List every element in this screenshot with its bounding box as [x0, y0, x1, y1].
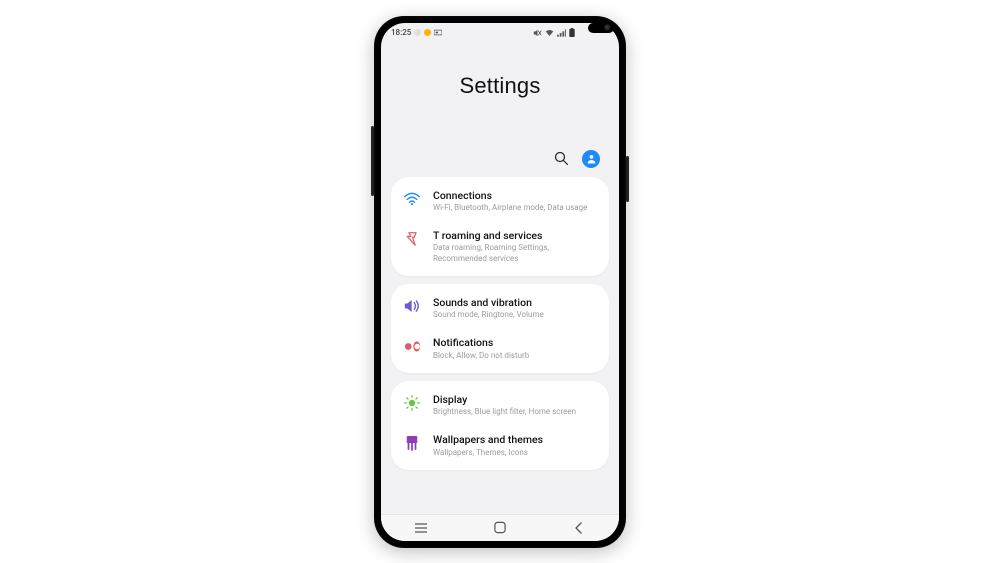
settings-group: DisplayBrightness, Blue light filter, Ho… [391, 381, 609, 470]
settings-item-title: Display [433, 393, 597, 406]
camera-cutout [588, 23, 614, 33]
toolbar [381, 109, 619, 177]
sound-icon [403, 297, 421, 315]
settings-list[interactable]: ConnectionsWi-Fi, Bluetooth, Airplane mo… [381, 177, 619, 514]
settings-group: Sounds and vibrationSound mode, Ringtone… [391, 284, 609, 373]
settings-item-subtitle: Block, Allow, Do not disturb [433, 351, 597, 361]
status-wifi-icon [545, 29, 554, 37]
status-indicator-1 [414, 29, 421, 36]
screen: 18:25 [381, 23, 619, 541]
settings-item[interactable]: Sounds and vibrationSound mode, Ringtone… [391, 288, 609, 329]
status-bar: 18:25 [381, 23, 619, 43]
status-indicator-2 [424, 29, 431, 36]
settings-item-subtitle: Data roaming, Roaming Settings, Recommen… [433, 243, 597, 264]
settings-item-text: ConnectionsWi-Fi, Bluetooth, Airplane mo… [433, 189, 597, 214]
settings-item-text: Wallpapers and themes Wallpapers, Themes,… [433, 433, 597, 458]
status-battery-icon [569, 28, 575, 37]
settings-item[interactable]: T roaming and servicesData roaming, Roam… [391, 221, 609, 272]
status-time: 18:25 [391, 28, 411, 37]
settings-item-subtitle: Wi-Fi, Bluetooth, Airplane mode, Data us… [433, 203, 597, 213]
recents-icon [413, 522, 429, 534]
wallpaper-icon [403, 434, 421, 452]
settings-item-subtitle: Brightness, Blue light filter, Home scre… [433, 407, 597, 417]
settings-item[interactable]: Wallpapers and themes Wallpapers, Themes,… [391, 425, 609, 466]
wifi-icon [403, 190, 421, 208]
settings-item[interactable]: ConnectionsWi-Fi, Bluetooth, Airplane mo… [391, 181, 609, 222]
settings-item[interactable]: DisplayBrightness, Blue light filter, Ho… [391, 385, 609, 426]
settings-item-subtitle: Sound mode, Ringtone, Volume [433, 310, 597, 320]
account-avatar-icon [582, 150, 600, 168]
nav-back-button[interactable] [559, 515, 599, 541]
phone-frame: 18:25 [374, 16, 626, 548]
account-button[interactable] [581, 149, 601, 169]
settings-item-title: Sounds and vibration [433, 296, 597, 309]
system-nav-bar [381, 514, 619, 541]
settings-item-title: Connections [433, 189, 597, 202]
settings-item-subtitle: Wallpapers, Themes, Icons [433, 448, 597, 458]
home-icon [493, 521, 507, 534]
nav-recents-button[interactable] [401, 515, 441, 541]
notification-icon [403, 337, 421, 355]
settings-group: ConnectionsWi-Fi, Bluetooth, Airplane mo… [391, 177, 609, 276]
search-button[interactable] [551, 149, 571, 169]
search-icon [554, 151, 569, 166]
settings-item-text: T roaming and servicesData roaming, Roam… [433, 229, 597, 264]
display-icon [403, 394, 421, 412]
nav-home-button[interactable] [480, 515, 520, 541]
back-icon [573, 522, 585, 534]
status-signal-icon [557, 29, 566, 37]
settings-item-text: Sounds and vibrationSound mode, Ringtone… [433, 296, 597, 321]
settings-item[interactable]: Notifications Block, Allow, Do not distur… [391, 328, 609, 369]
page-title: Settings [397, 73, 603, 99]
header: Settings [381, 43, 619, 109]
status-mute-icon [533, 29, 542, 37]
roaming-icon [403, 230, 421, 248]
status-card-icon [434, 29, 442, 36]
settings-item-text: DisplayBrightness, Blue light filter, Ho… [433, 393, 597, 418]
settings-item-text: Notifications Block, Allow, Do not distur… [433, 336, 597, 361]
settings-item-title: Wallpapers and themes [433, 433, 597, 446]
settings-item-title: T roaming and services [433, 229, 597, 242]
settings-item-title: Notifications [433, 336, 597, 349]
